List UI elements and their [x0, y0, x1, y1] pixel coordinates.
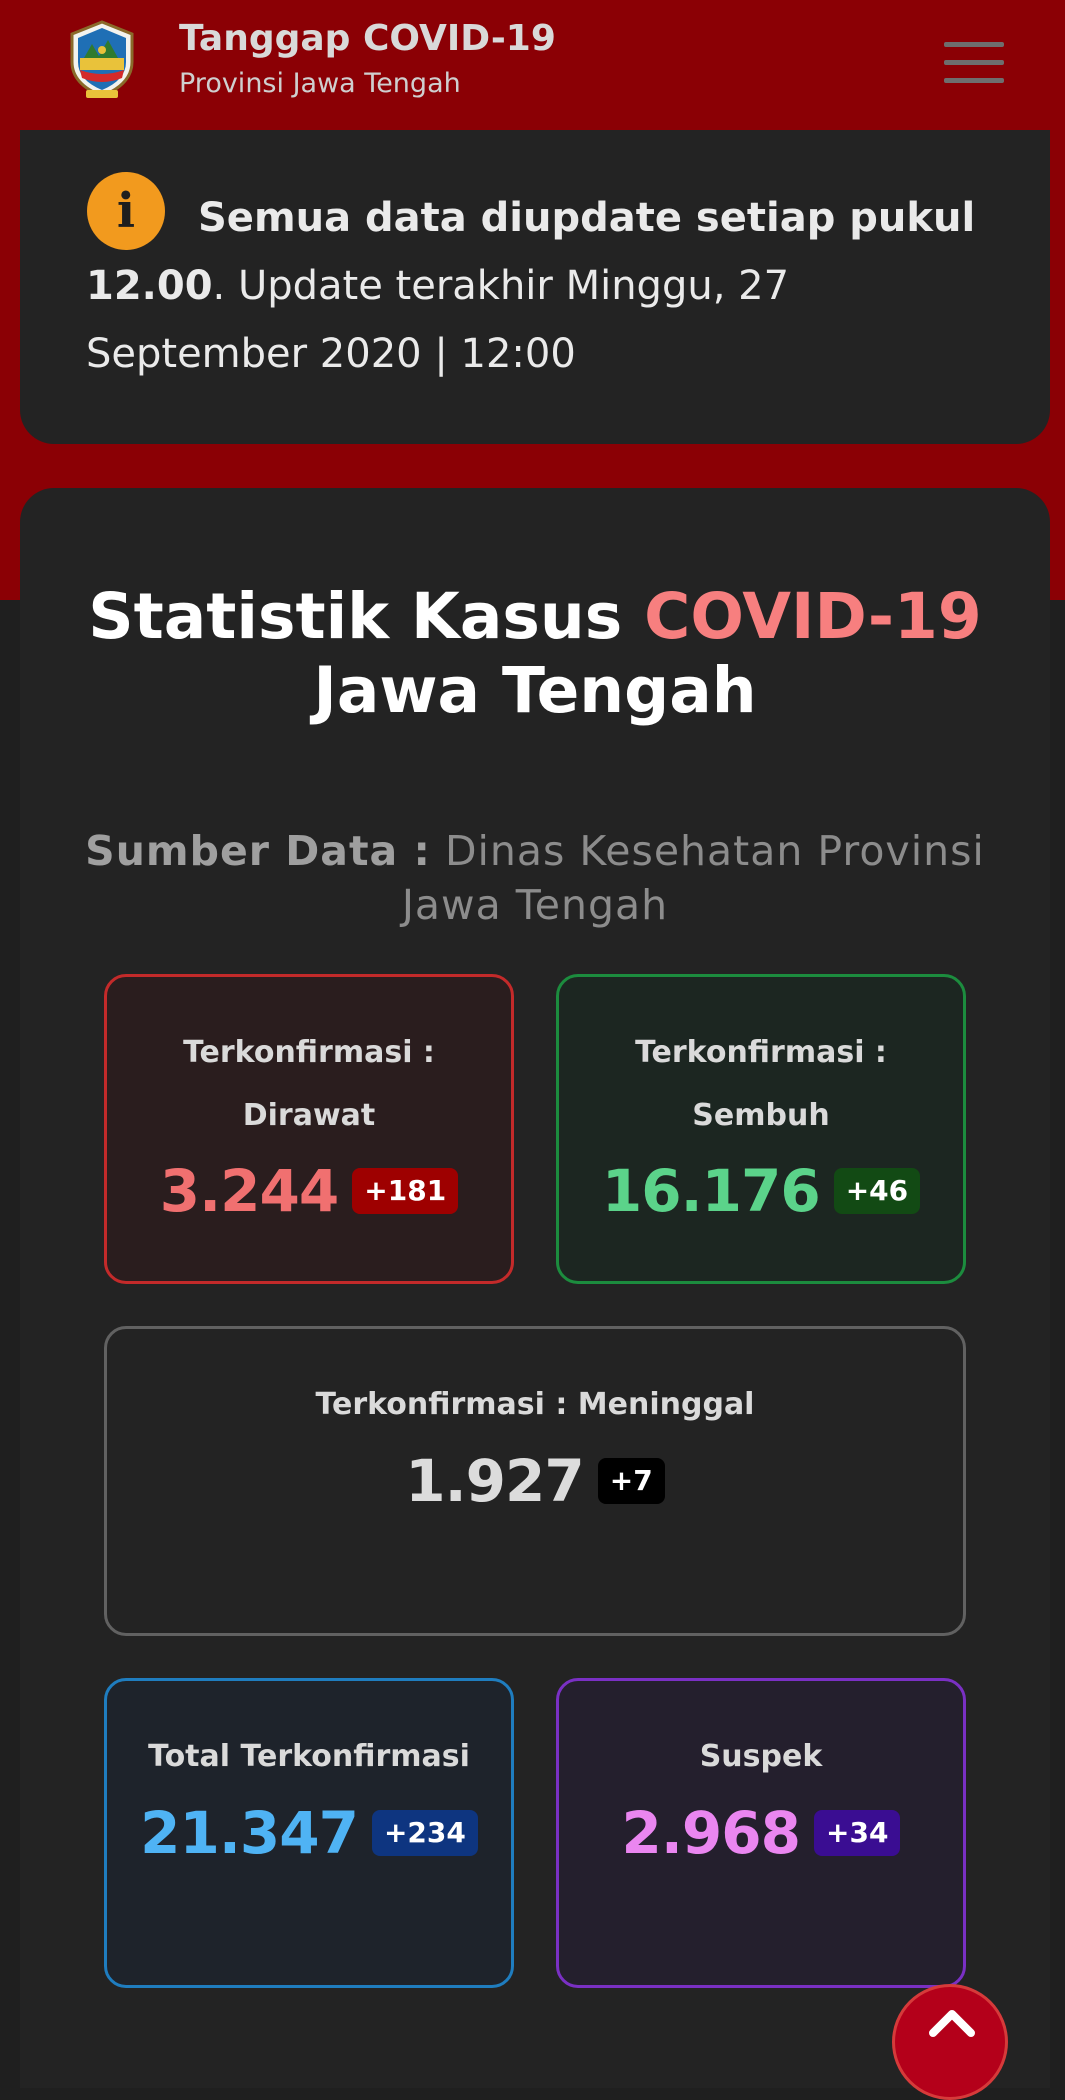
stat-value: 16.176	[601, 1157, 821, 1225]
statistics-title-part2: Jawa Tengah	[313, 654, 757, 727]
site-title[interactable]: Tanggap COVID-19	[179, 18, 556, 59]
stat-delta-badge: +34	[814, 1810, 901, 1856]
scroll-to-top-button[interactable]	[892, 1984, 1008, 2100]
stat-value-row: 3.244 +181	[107, 1157, 511, 1225]
hamburger-bar	[944, 78, 1004, 83]
stat-value: 21.347	[140, 1799, 359, 1867]
stat-delta-badge: +46	[833, 1168, 921, 1214]
update-notice-text: Semua data diupdate setiap pukul 12.00. …	[86, 184, 1016, 388]
site-header: Tanggap COVID-19 Provinsi Jawa Tengah	[0, 0, 1065, 130]
stat-card-sembuh: Terkonfirmasi : Sembuh 16.176 +46	[556, 974, 966, 1284]
stat-label: Suspek	[699, 1739, 823, 1774]
hamburger-menu-icon[interactable]	[944, 42, 1004, 84]
statistics-title-part1: Statistik Kasus	[88, 580, 645, 653]
data-source: Sumber Data : Dinas Kesehatan Provinsi J…	[80, 824, 990, 932]
update-notice-lead: Semua data diupdate setiap pukul	[198, 195, 976, 241]
stat-value-row: 1.927 +7	[107, 1447, 963, 1515]
data-source-value: Dinas Kesehatan Provinsi Jawa Tengah	[401, 827, 985, 929]
stat-value-row: 16.176 +46	[559, 1157, 963, 1225]
hamburger-bar	[944, 42, 1004, 47]
statistics-card: Statistik Kasus COVID-19 Jawa Tengah Sumb…	[20, 488, 1050, 2088]
stat-value: 2.968	[621, 1799, 801, 1867]
jawa-tengah-emblem-icon[interactable]	[62, 18, 142, 102]
stat-card-suspek: Suspek 2.968 +34	[556, 1678, 966, 1988]
stat-card-meninggal: Terkonfirmasi : Meninggal 1.927 +7	[104, 1326, 966, 1636]
stat-delta-badge: +7	[597, 1458, 665, 1504]
stat-label: Terkonfirmasi :	[635, 1035, 887, 1070]
stat-value: 1.927	[405, 1447, 584, 1515]
stat-value-row: 21.347 +234	[107, 1799, 511, 1867]
update-time: 12.00	[86, 263, 213, 309]
update-notice-card: i Semua data diupdate setiap pukul 12.00…	[20, 130, 1050, 444]
stat-label: Dirawat	[242, 1098, 376, 1133]
hamburger-bar	[944, 60, 1004, 65]
stat-card-dirawat: Terkonfirmasi : Dirawat 3.244 +181	[104, 974, 514, 1284]
chevron-up-icon	[929, 2010, 975, 2037]
stat-card-total-terkonfirmasi: Total Terkonfirmasi 21.347 +234	[104, 1678, 514, 1988]
stat-value: 3.244	[159, 1157, 339, 1225]
site-subtitle: Provinsi Jawa Tengah	[179, 68, 461, 99]
stat-label: Terkonfirmasi : Meninggal	[315, 1387, 755, 1422]
stat-label: Total Terkonfirmasi	[148, 1739, 470, 1774]
data-source-label: Sumber Data :	[85, 827, 431, 875]
statistics-title: Statistik Kasus COVID-19 Jawa Tengah	[20, 580, 1050, 728]
stat-value-row: 2.968 +34	[559, 1799, 963, 1867]
stat-delta-badge: +234	[371, 1810, 478, 1856]
stat-label: Sembuh	[692, 1098, 830, 1133]
stat-delta-badge: +181	[352, 1168, 459, 1214]
statistics-title-accent: COVID-19	[644, 580, 982, 653]
stat-label: Terkonfirmasi :	[183, 1035, 435, 1070]
